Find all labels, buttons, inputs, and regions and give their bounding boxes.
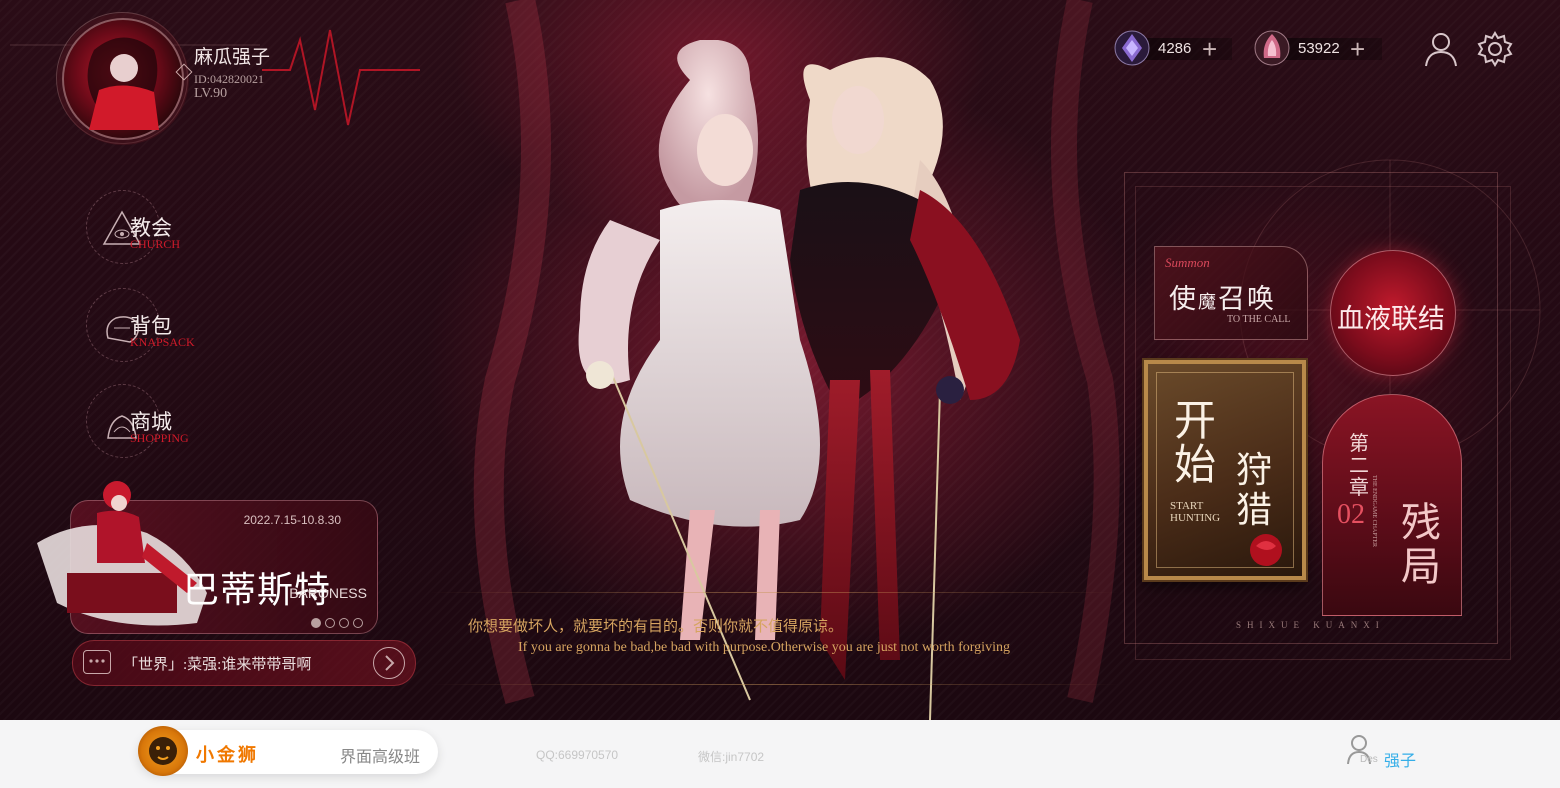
chapter-subtitle: THE ENDGAME CHAPTER <box>1371 475 1377 547</box>
qq-contact: QQ:669970570 <box>536 748 619 762</box>
chapter-endgame-button[interactable]: 第二章 02 残局 THE ENDGAME CHAPTER <box>1322 394 1462 616</box>
menu-item-church[interactable]: 教会 CHURCH <box>86 190 326 266</box>
player-level: LV.90 <box>194 86 228 101</box>
player-avatar[interactable] <box>62 18 184 140</box>
gear-icon[interactable] <box>1476 30 1514 68</box>
menu-label-en: SHOPPING <box>130 431 189 445</box>
rose-icon <box>1250 534 1282 566</box>
blood-link-button[interactable]: 血液联结 <box>1330 250 1456 376</box>
summon-title-a: 使 <box>1169 284 1198 314</box>
chevron-right-glyph <box>385 655 395 671</box>
add-purple-button[interactable]: + <box>1202 34 1217 65</box>
event-subtitle: BARONESS <box>289 585 367 601</box>
hunt-title-2: 狩猎 <box>1236 450 1273 530</box>
add-pink-button[interactable]: + <box>1350 34 1365 65</box>
game-main-scene: 麻瓜强子 ID:042820021 LV.90 4286 + 53922 + 教… <box>0 0 1560 720</box>
summon-subtitle: TO THE CALL <box>1227 314 1291 325</box>
designer-name: 强子 <box>1384 753 1417 770</box>
currency-purple: 4286 + <box>1114 28 1234 70</box>
currency-purple-value: 4286 <box>1158 40 1192 57</box>
chapter-title: 残局 <box>1401 500 1441 589</box>
start-hunting-button[interactable]: 开始 狩猎 START HUNTING <box>1144 360 1306 580</box>
lion-logo-icon <box>138 726 188 776</box>
quote-chinese: 你想要做坏人，就要坏的有目的。否则你就不值得原谅。 <box>468 619 844 635</box>
designer-credit[interactable]: Des 强子 <box>1346 734 1426 774</box>
summon-script: Summon <box>1165 255 1210 270</box>
summon-title-small: 魔 <box>1198 292 1218 312</box>
quote-english: If you are gonna be bad,be bad with purp… <box>518 640 1010 655</box>
footer-bar: 小金狮 界面高级班 QQ:669970570 微信:jin7702 Des 强子 <box>0 720 1560 788</box>
hunt-subtitle: START HUNTING <box>1170 500 1221 524</box>
quote-divider-bottom <box>430 684 1120 685</box>
pagination-dot[interactable] <box>353 618 363 628</box>
world-chat-bar[interactable]: 「世界」:菜强:谁来带带哥啊 <box>72 640 416 686</box>
chevron-right-icon[interactable] <box>373 647 405 679</box>
menu-item-shopping[interactable]: 商城 SHOPPING <box>86 384 326 460</box>
pink-crystal-icon <box>1254 30 1290 66</box>
summon-title-b: 召唤 <box>1218 284 1276 314</box>
panel-footer-text: SHIXUE KUANXI <box>1236 620 1385 630</box>
lion-face-glyph <box>149 737 177 765</box>
currency-pink-value: 53922 <box>1298 40 1340 57</box>
quote-divider-top <box>430 592 1120 593</box>
course-name: 界面高级班 <box>340 749 421 766</box>
player-id: ID:042820021 <box>194 72 264 86</box>
wechat-contact: 微信:jin7702 <box>698 750 765 764</box>
purple-crystal-icon <box>1114 30 1150 66</box>
currency-pink: 53922 + <box>1254 28 1384 70</box>
brand-name: 小金狮 <box>196 745 259 765</box>
player-name: 麻瓜强子 <box>194 47 271 68</box>
blood-link-title: 血液联结 <box>1337 304 1445 334</box>
brand-badge[interactable]: 小金狮 界面高级班 <box>138 726 438 776</box>
avatar-character-art <box>87 37 159 130</box>
event-date: 2022.7.15-10.8.30 <box>243 513 341 527</box>
chapter-number-label: 第二章 <box>1349 433 1369 499</box>
chapter-number: 02 <box>1337 499 1365 530</box>
user-icon[interactable] <box>1422 30 1460 68</box>
event-pagination <box>311 615 367 633</box>
pagination-dot[interactable] <box>325 618 335 628</box>
chat-bubble-icon <box>83 650 111 674</box>
menu-label-en: CHURCH <box>130 237 181 251</box>
chat-dots-glyph <box>89 659 105 663</box>
pagination-dot[interactable] <box>339 618 349 628</box>
menu-label-en: KNAPSACK <box>130 335 195 349</box>
pagination-dot-active[interactable] <box>311 618 321 628</box>
summon-title: 使魔召唤 <box>1169 277 1276 316</box>
hunt-title-1: 开始 <box>1174 399 1217 489</box>
chat-message: 「世界」:菜强:谁来带带哥啊 <box>123 657 312 673</box>
designer-label: Des <box>1360 754 1378 765</box>
event-banner[interactable]: 2022.7.15-10.8.30 巴蒂斯特 BARONESS <box>37 481 378 634</box>
summon-button[interactable]: Summon 使魔召唤 TO THE CALL <box>1154 246 1308 340</box>
menu-item-knapsack[interactable]: 背包 KNAPSACK <box>86 288 326 364</box>
